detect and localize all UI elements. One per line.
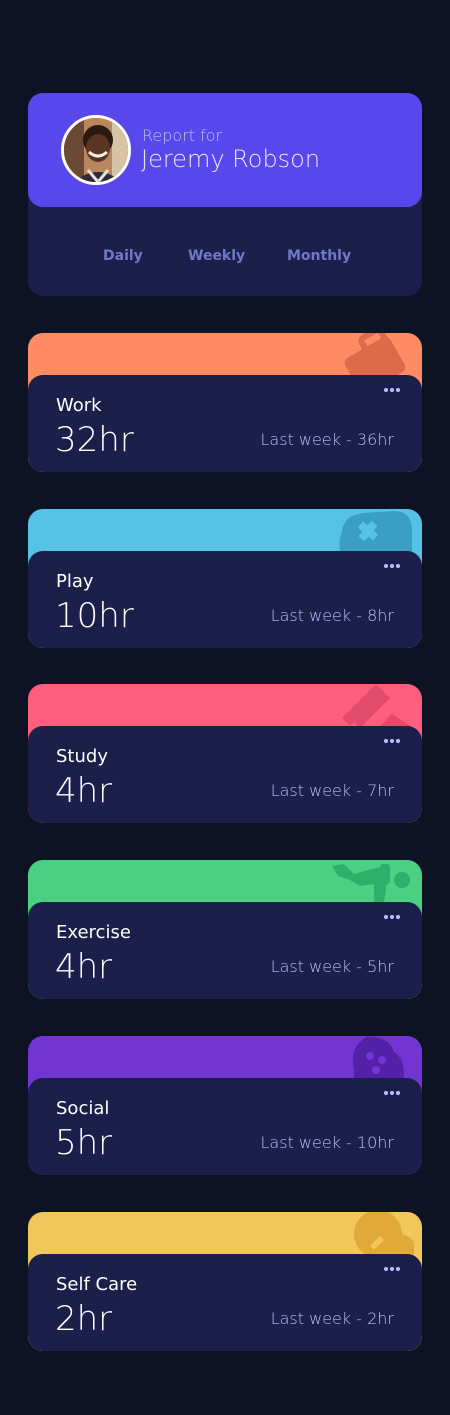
profile-name: Jeremy Robson xyxy=(141,145,321,173)
activity-title: Social xyxy=(56,1098,110,1119)
activity-current-hours: 10hr xyxy=(55,596,134,636)
activity-panel: Social 5hr Last week - 10hr xyxy=(28,1078,422,1175)
timeframe-monthly[interactable]: Monthly xyxy=(287,248,351,264)
activity-previous-hours: Last week - 10hr xyxy=(260,1133,394,1152)
activity-card-social: Social 5hr Last week - 10hr xyxy=(28,1036,422,1175)
activity-current-hours: 4hr xyxy=(55,947,113,987)
activity-title: Play xyxy=(56,571,94,592)
avatar-image xyxy=(64,118,128,182)
activity-panel: Work 32hr Last week - 36hr xyxy=(28,375,422,472)
activity-card-play: Play 10hr Last week - 8hr xyxy=(28,509,422,648)
activity-previous-hours: Last week - 36hr xyxy=(260,430,394,449)
activity-current-hours: 2hr xyxy=(55,1299,113,1339)
activity-title: Exercise xyxy=(56,922,131,943)
activity-panel: Self Care 2hr Last week - 2hr xyxy=(28,1254,422,1351)
activity-panel: Exercise 4hr Last week - 5hr xyxy=(28,902,422,999)
timeframe-daily[interactable]: Daily xyxy=(103,248,143,264)
activity-title: Work xyxy=(56,395,102,416)
activity-card-exercise: Exercise 4hr Last week - 5hr xyxy=(28,860,422,999)
activity-previous-hours: Last week - 2hr xyxy=(270,1309,394,1328)
activity-title: Study xyxy=(56,746,108,767)
activity-card-work: Work 32hr Last week - 36hr xyxy=(28,333,422,472)
more-options-icon[interactable] xyxy=(384,1264,400,1282)
more-options-icon[interactable] xyxy=(384,912,400,930)
more-options-icon[interactable] xyxy=(384,561,400,579)
activity-current-hours: 32hr xyxy=(55,420,134,460)
time-tracking-dashboard: Report for Jeremy Robson Daily Weekly Mo… xyxy=(0,0,450,1415)
more-options-icon[interactable] xyxy=(384,385,400,403)
activity-current-hours: 4hr xyxy=(55,771,113,811)
timeframe-selector: Daily Weekly Monthly xyxy=(28,248,422,268)
avatar xyxy=(61,115,131,185)
activity-previous-hours: Last week - 8hr xyxy=(270,606,394,625)
report-for-label: Report for xyxy=(142,126,223,145)
profile-card: Report for Jeremy Robson Daily Weekly Mo… xyxy=(28,93,422,296)
activity-previous-hours: Last week - 5hr xyxy=(270,957,394,976)
activity-panel: Play 10hr Last week - 8hr xyxy=(28,551,422,648)
activity-panel: Study 4hr Last week - 7hr xyxy=(28,726,422,823)
activity-current-hours: 5hr xyxy=(55,1123,113,1163)
activity-title: Self Care xyxy=(56,1274,138,1295)
more-options-icon[interactable] xyxy=(384,1088,400,1106)
profile-header: Report for Jeremy Robson xyxy=(28,93,422,207)
timeframe-weekly[interactable]: Weekly xyxy=(188,248,245,264)
activity-previous-hours: Last week - 7hr xyxy=(270,781,394,800)
activity-card-self-care: Self Care 2hr Last week - 2hr xyxy=(28,1212,422,1351)
more-options-icon[interactable] xyxy=(384,736,400,754)
activity-card-study: Study 4hr Last week - 7hr xyxy=(28,684,422,823)
